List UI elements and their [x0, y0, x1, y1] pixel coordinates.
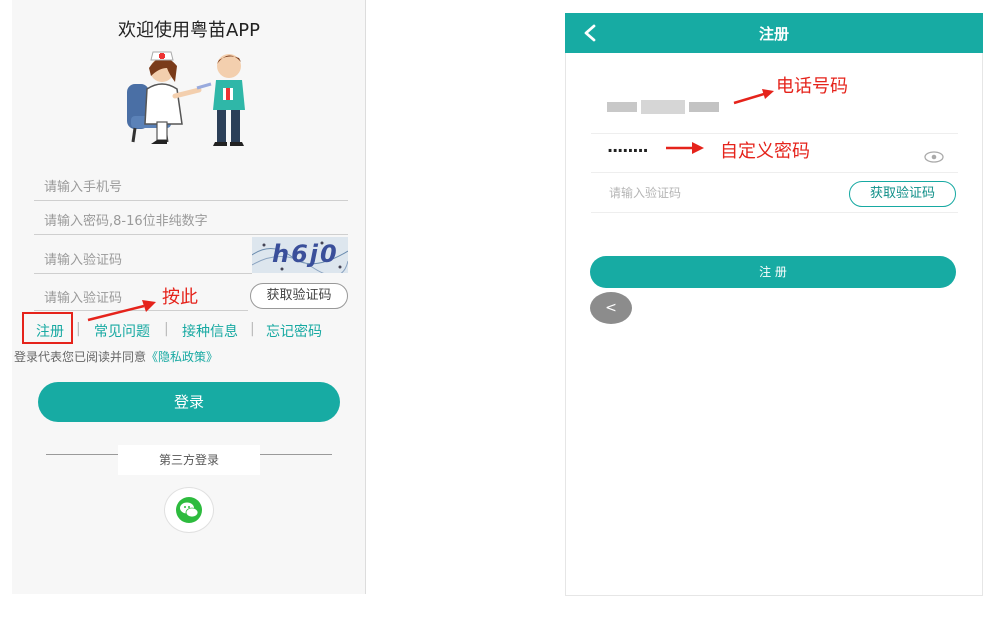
- arrow-icon: [666, 142, 704, 154]
- register-link[interactable]: 注册: [36, 321, 64, 341]
- captcha-input-underline: [34, 273, 252, 274]
- link-separator: |: [76, 321, 81, 337]
- third-party-label: 第三方登录: [118, 445, 260, 475]
- press-here-annotation: 按此: [162, 287, 198, 308]
- password-value[interactable]: ········: [607, 141, 649, 160]
- verify-row-divider: [591, 212, 958, 213]
- captcha-text: h6j0: [272, 240, 339, 268]
- nurse-vaccination-illustration: [127, 51, 245, 146]
- register-header: 注册: [565, 13, 983, 53]
- forgot-password-link[interactable]: 忘记密码: [266, 321, 322, 341]
- get-code-button[interactable]: 获取验证码: [250, 283, 348, 309]
- blur-block: [641, 100, 685, 114]
- agreement-text: 登录代表您已阅读并同意《隐私政策》: [14, 348, 218, 365]
- phone-input[interactable]: 请输入手机号: [44, 176, 122, 195]
- arrow-icon: [733, 89, 774, 105]
- password-row-divider: [591, 172, 958, 173]
- eye-icon[interactable]: [924, 151, 944, 163]
- phone-row-divider: [591, 133, 958, 134]
- custom-password-annotation: 自定义密码: [720, 141, 810, 162]
- phone-number-annotation: 电话号码: [776, 76, 848, 97]
- blur-block: [689, 102, 719, 112]
- captcha-image[interactable]: h6j0: [252, 237, 348, 273]
- verify-code-input[interactable]: 请输入验证码: [609, 184, 681, 201]
- wechat-icon: [176, 497, 202, 523]
- faq-link[interactable]: 常见问题: [94, 321, 150, 341]
- screen-divider: [365, 0, 366, 594]
- app-title: 欢迎使用粤苗APP: [117, 20, 261, 41]
- header-title: 注册: [758, 25, 789, 43]
- password-input-underline: [34, 234, 348, 235]
- captcha-input[interactable]: 请输入验证码: [44, 249, 122, 268]
- privacy-policy-link[interactable]: 《隐私政策》: [146, 350, 218, 364]
- password-input[interactable]: 请输入密码,8-16位非纯数字: [44, 210, 208, 229]
- agreement-prefix: 登录代表您已阅读并同意: [14, 350, 147, 364]
- link-separator: |: [250, 321, 255, 337]
- vaccination-info-link[interactable]: 接种信息: [182, 321, 238, 341]
- link-separator: |: [164, 321, 169, 337]
- phone-input-underline: [34, 200, 348, 201]
- register-button[interactable]: 注 册: [590, 256, 956, 288]
- arrow-icon: [87, 300, 156, 322]
- get-code-button[interactable]: 获取验证码: [849, 181, 956, 207]
- login-button[interactable]: 登录: [38, 382, 340, 422]
- phone-value-blurred[interactable]: [607, 100, 721, 114]
- wechat-login-button[interactable]: [164, 487, 214, 533]
- blur-block: [607, 102, 637, 112]
- floating-back-button[interactable]: <: [590, 292, 632, 324]
